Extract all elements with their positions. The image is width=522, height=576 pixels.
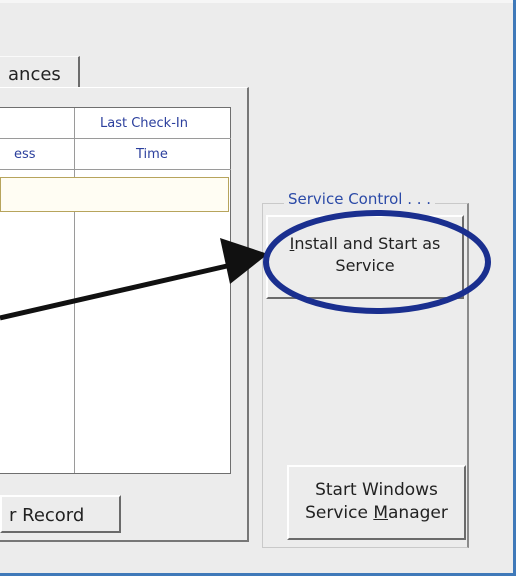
instances-grid: Last Check-In ess Time — [0, 107, 231, 474]
header-time: Time — [136, 147, 168, 162]
svcmgr-label-a: Service — [305, 503, 374, 523]
svcmgr-line-1: Start Windows — [315, 480, 438, 500]
svcmgr-line-2: Service Manager — [289, 502, 464, 525]
start-service-manager-button[interactable]: Start Windows Service Manager — [287, 465, 466, 540]
svcmgr-mnemonic: M — [373, 503, 389, 523]
grid-selected-row[interactable] — [0, 177, 229, 212]
install-button-line-2: Service — [335, 256, 395, 275]
tab-instances[interactable]: ances — [0, 56, 80, 88]
service-config-window: ances Last Check-In ess Time r Record Se… — [0, 0, 516, 576]
install-start-service-button[interactable]: Install and Start as Service — [266, 215, 464, 299]
grid-header-row-1: Last Check-In — [0, 108, 231, 139]
header-address: ess — [14, 147, 36, 162]
grid-column-divider — [74, 108, 75, 473]
install-button-line-1: Install and Start as — [268, 233, 462, 255]
grid-header-row-2: ess Time — [0, 139, 231, 170]
clear-record-button[interactable]: r Record — [0, 495, 121, 533]
install-label-rest: nstall and Start as — [294, 234, 441, 253]
header-last-check-in: Last Check-In — [100, 116, 188, 131]
window-edge — [0, 0, 513, 3]
clear-record-label: r Record — [9, 505, 85, 526]
svcmgr-label-b: anager — [388, 503, 448, 523]
service-control-legend: Service Control . . . — [284, 190, 436, 208]
tab-label: ances — [8, 64, 61, 85]
